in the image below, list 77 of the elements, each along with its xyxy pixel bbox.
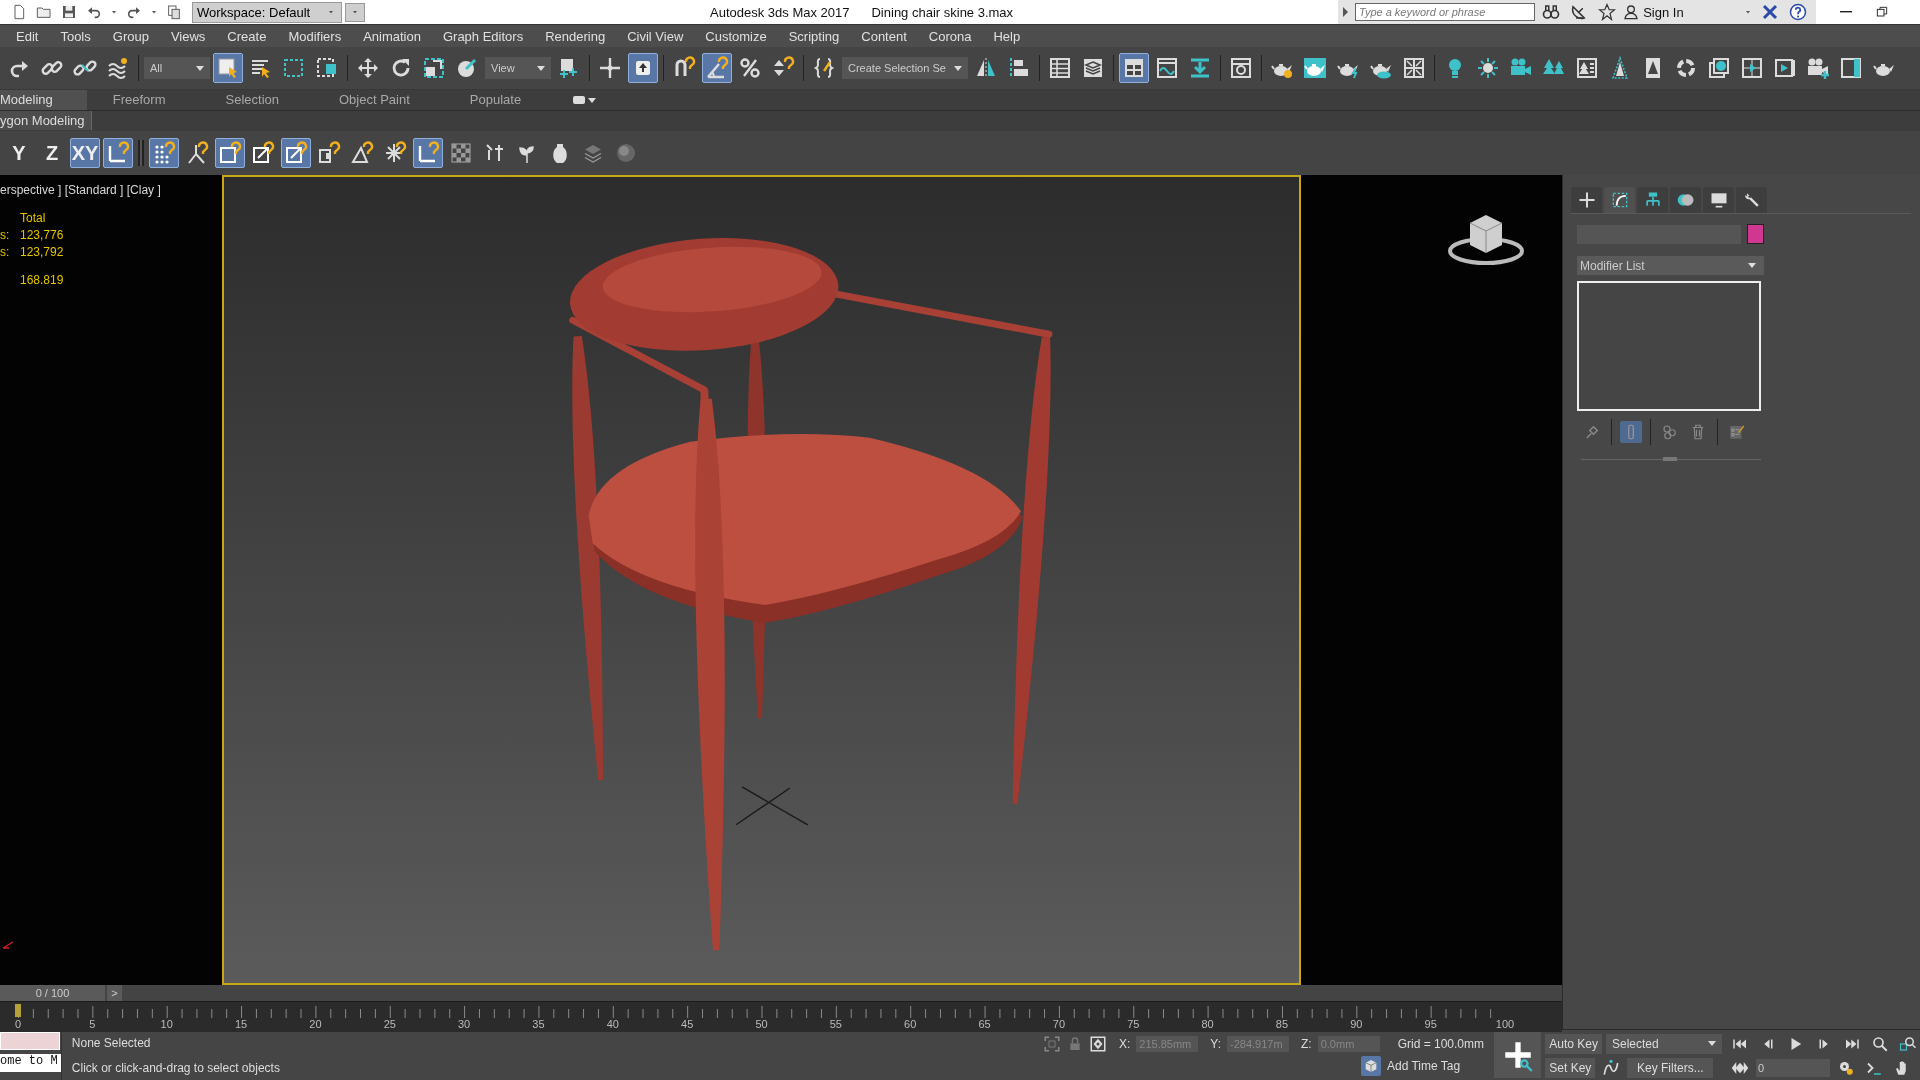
search-field[interactable]: Type a keyword or phrase (1355, 3, 1536, 21)
frame-number: 10 (160, 1018, 173, 1030)
auto-key-button[interactable]: Auto Key (1545, 1033, 1602, 1054)
stat-value: 123,792 (20, 245, 64, 259)
frame-number: 45 (681, 1018, 694, 1030)
frame-number: 60 (904, 1018, 917, 1030)
key-mode-dropdown[interactable]: Selected (1606, 1033, 1722, 1054)
menu-item[interactable]: Civil View (627, 28, 684, 44)
sign-in-button[interactable]: Sign In (1623, 4, 1738, 20)
modifier-list-dropdown[interactable]: Modifier List (1577, 256, 1764, 275)
menu-item[interactable]: Help (993, 28, 1021, 44)
track-bar[interactable]: 0 5 10 15 20 25 30 35 40 45 50 55 60 65 70 75 80 85 90 95 100 (0, 1001, 1562, 1032)
frame-number: 80 (1201, 1018, 1214, 1030)
menu-item[interactable]: Graph Editors (442, 28, 524, 44)
prompt-line: Click or click-and-drag to select objects (71, 1060, 281, 1075)
frame-number: 30 (457, 1018, 471, 1030)
menu-item[interactable]: Customize (705, 28, 767, 44)
frame-number: 100 (1495, 1018, 1515, 1030)
file-name: Dining chair skine 3.max (871, 4, 1014, 20)
viewport-label[interactable]: erspective ] [Standard ] [Clay ] (0, 183, 222, 197)
set-key-button[interactable]: Set Key (1545, 1057, 1596, 1078)
menu-item[interactable]: Animation (363, 28, 421, 44)
coordinate-label: Z: (1301, 1037, 1312, 1051)
toolbar-dropdown[interactable]: View (485, 57, 551, 79)
frame-number: 55 (829, 1018, 842, 1030)
add-time-tag-label[interactable]: Add Time Tag (1386, 1059, 1461, 1073)
ribbon-tab[interactable]: Modeling (0, 90, 87, 110)
stat-label: s: (0, 245, 10, 259)
frame-number: 50 (755, 1018, 768, 1030)
frame-number: 40 (606, 1018, 619, 1030)
next-frame-button[interactable]: > (107, 985, 122, 1001)
grid-size: Grid = 100.0mm (1397, 1037, 1485, 1051)
axis-button[interactable]: Z (37, 138, 67, 168)
menu-item[interactable]: Edit (16, 28, 39, 44)
menu-item[interactable]: Modifiers (288, 28, 342, 44)
selection-status: None Selected (71, 1035, 152, 1050)
menu-item[interactable]: Content (861, 28, 907, 44)
frame-number: 70 (1052, 1018, 1065, 1030)
frame-number: 0 (14, 1018, 22, 1030)
menu-item[interactable]: Group (112, 28, 149, 44)
menu-item[interactable]: Rendering (545, 28, 606, 44)
menu-item[interactable]: Views (170, 28, 206, 44)
frame-number: 85 (1275, 1018, 1289, 1030)
frame-number: 65 (978, 1018, 991, 1030)
stat-value: 168.819 (20, 273, 64, 287)
current-frame-field[interactable]: 0 (1756, 1058, 1830, 1077)
toolbar-dropdown[interactable]: Create Selection Se (842, 57, 968, 79)
coordinate-label: Y: (1210, 1037, 1221, 1051)
axis-button[interactable]: XY (70, 138, 100, 168)
frame-number: 90 (1350, 1018, 1363, 1030)
frame-number: 15 (234, 1018, 248, 1030)
time-slider-thumb[interactable]: 0 / 100 (0, 985, 105, 1001)
workspace-dropdown[interactable]: Workspace: Default (192, 1, 342, 23)
menu-item[interactable]: Scripting (788, 28, 840, 44)
frame-number: 95 (1424, 1018, 1437, 1030)
ribbon-tab[interactable]: Freeform (86, 90, 200, 110)
toolbar-dropdown[interactable]: All (144, 57, 210, 79)
ribbon-tab[interactable]: Object Paint (313, 90, 444, 110)
axis-button[interactable]: Y (4, 138, 34, 168)
key-filters-button[interactable]: Key Filters... (1627, 1057, 1714, 1078)
stat-value: 123,776 (20, 228, 64, 242)
frame-number: 25 (383, 1018, 396, 1030)
ribbon-tab[interactable]: Selection (199, 90, 313, 110)
menu-item[interactable]: Tools (60, 28, 91, 44)
maxscript-output: ome to M (0, 1054, 61, 1072)
ribbon-tab[interactable]: Populate (443, 90, 556, 110)
stat-value: Total (20, 211, 46, 225)
ribbon-panel-tab[interactable]: ygon Modeling (0, 111, 92, 130)
stat-label: s: (0, 228, 10, 242)
frame-number: 20 (309, 1018, 322, 1030)
menu-item[interactable]: Corona (928, 28, 972, 44)
menu-item[interactable]: Create (227, 28, 267, 44)
frame-number: 5 (89, 1018, 96, 1030)
frame-number: 75 (1127, 1018, 1140, 1030)
frame-number: 35 (532, 1018, 545, 1030)
coordinate-label: X: (1118, 1037, 1131, 1051)
app-title: Autodesk 3ds Max 2017 (710, 4, 850, 20)
